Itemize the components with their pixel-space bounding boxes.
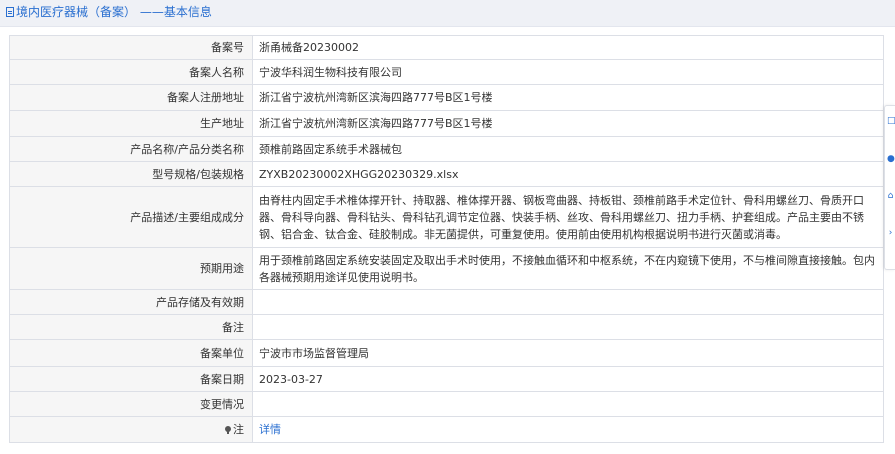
document-icon[interactable]: □ <box>887 116 895 126</box>
home-icon[interactable]: ⌂ <box>887 191 894 201</box>
row-value: 颈椎前路固定系统手术器械包 <box>252 136 884 162</box>
table-row: 备注 <box>9 314 884 340</box>
table-row: 产品存储及有效期 <box>9 289 884 315</box>
row-value <box>252 391 884 417</box>
circle-icon[interactable]: ● <box>887 154 895 164</box>
row-value: 由脊柱内固定手术椎体撑开针、持取器、椎体撑开器、钢板弯曲器、持板钳、颈椎前路手术… <box>252 186 884 248</box>
document-icon <box>6 7 14 17</box>
row-label: 备注 <box>9 314 253 340</box>
row-label: 产品名称/产品分类名称 <box>9 136 253 162</box>
page-header: 境内医疗器械（备案） ——基本信息 <box>0 0 895 27</box>
note-row: 注 详情 <box>9 416 884 443</box>
row-value: 宁波市市场监督管理局 <box>252 339 884 367</box>
pin-icon <box>225 426 231 434</box>
table-row: 备案号 浙甬械备20230002 <box>9 35 884 60</box>
row-label: 型号规格/包装规格 <box>9 161 253 187</box>
table-row: 备案人名称 宁波华科润生物科技有限公司 <box>9 59 884 85</box>
row-label: 备案日期 <box>9 366 253 392</box>
row-value: 用于颈椎前路固定系统安装固定及取出手术时使用，不接触血循环和中枢系统，不在内窥镜… <box>252 247 884 290</box>
row-value: ZYXB20230002XHGG20230329.xlsx <box>252 161 884 187</box>
row-value: 2023-03-27 <box>252 366 884 392</box>
row-label: 产品存储及有效期 <box>9 289 253 315</box>
note-label: 注 <box>233 423 244 436</box>
page-title-text: 境内医疗器械（备案） ——基本信息 <box>16 5 212 19</box>
row-value <box>252 289 884 315</box>
table-row: 备案单位 宁波市市场监督管理局 <box>9 339 884 367</box>
note-label-cell: 注 <box>9 416 253 443</box>
row-value: 浙江省宁波杭州湾新区滨海四路777号B区1号楼 <box>252 110 884 137</box>
arrow-icon[interactable]: › <box>887 228 894 238</box>
row-label: 产品描述/主要组成成分 <box>9 186 253 248</box>
details-link[interactable]: 详情 <box>259 423 281 436</box>
row-label: 备案人注册地址 <box>9 84 253 111</box>
table-row: 型号规格/包装规格 ZYXB20230002XHGG20230329.xlsx <box>9 161 884 187</box>
row-value: 浙江省宁波杭州湾新区滨海四路777号B区1号楼 <box>252 84 884 111</box>
row-value: 浙甬械备20230002 <box>252 35 884 60</box>
note-value-cell: 详情 <box>252 416 884 443</box>
row-label: 变更情况 <box>9 391 253 417</box>
side-toolbar: □ ● ⌂ › <box>884 105 895 270</box>
row-value: 宁波华科润生物科技有限公司 <box>252 59 884 85</box>
table-row: 生产地址 浙江省宁波杭州湾新区滨海四路777号B区1号楼 <box>9 110 884 137</box>
row-label: 备案号 <box>9 35 253 60</box>
table-row: 变更情况 <box>9 391 884 417</box>
info-table: 备案号 浙甬械备20230002 备案人名称 宁波华科润生物科技有限公司 备案人… <box>9 35 884 443</box>
table-row: 产品名称/产品分类名称 颈椎前路固定系统手术器械包 <box>9 136 884 162</box>
row-label: 预期用途 <box>9 247 253 290</box>
page-title: 境内医疗器械（备案） ——基本信息 <box>6 5 212 19</box>
table-row: 备案人注册地址 浙江省宁波杭州湾新区滨海四路777号B区1号楼 <box>9 84 884 111</box>
row-label: 生产地址 <box>9 110 253 137</box>
table-row: 预期用途 用于颈椎前路固定系统安装固定及取出手术时使用，不接触血循环和中枢系统，… <box>9 247 884 290</box>
row-label: 备案单位 <box>9 339 253 367</box>
table-row: 备案日期 2023-03-27 <box>9 366 884 392</box>
row-label: 备案人名称 <box>9 59 253 85</box>
row-value <box>252 314 884 340</box>
table-row: 产品描述/主要组成成分 由脊柱内固定手术椎体撑开针、持取器、椎体撑开器、钢板弯曲… <box>9 186 884 248</box>
